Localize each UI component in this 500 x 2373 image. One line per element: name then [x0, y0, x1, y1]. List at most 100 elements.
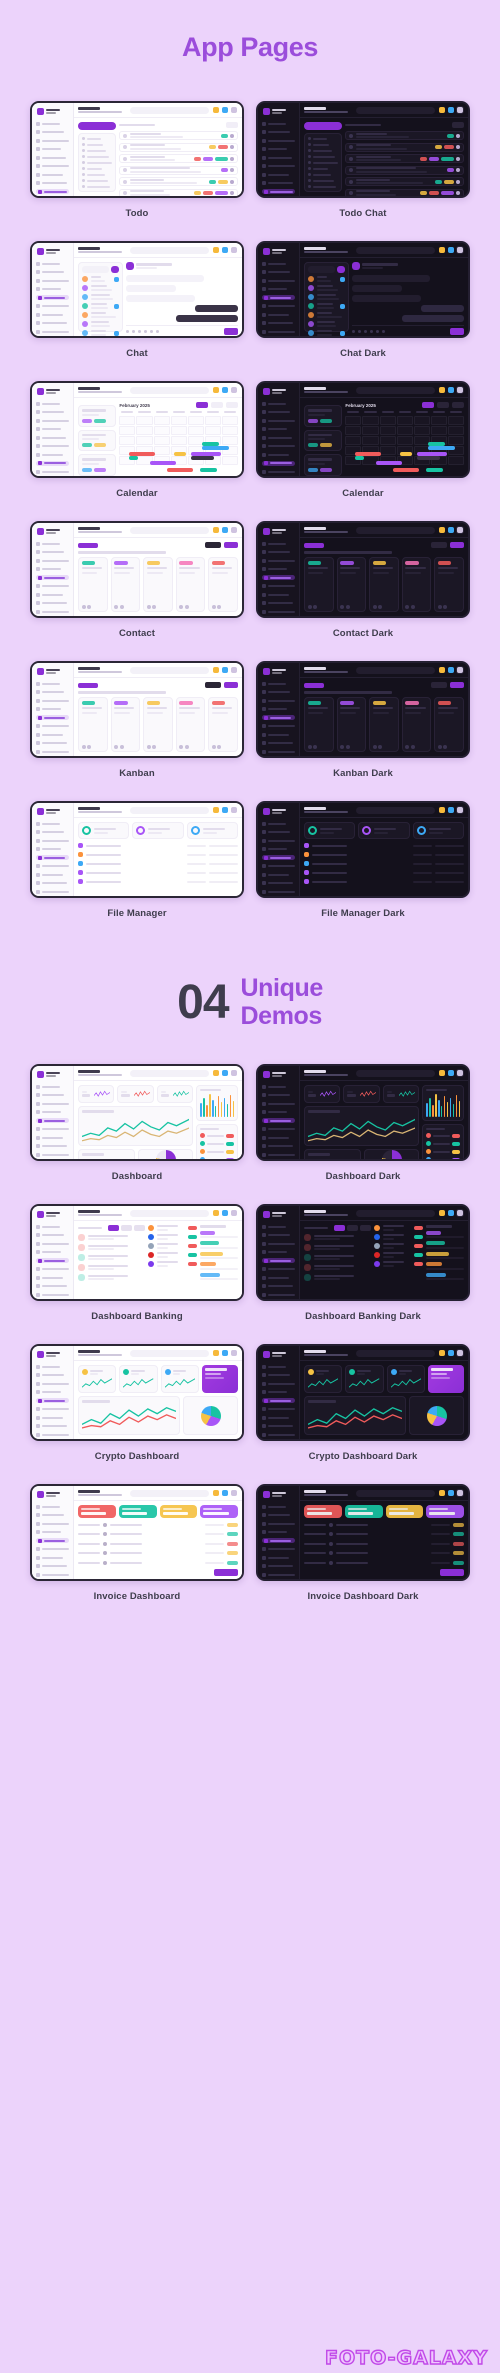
- mock-calendar-event[interactable]: [354, 452, 381, 456]
- preview-frame-chat-dark[interactable]: [256, 241, 470, 338]
- mock-sidebar-item[interactable]: [36, 558, 69, 563]
- mock-sidebar-item[interactable]: [36, 1398, 69, 1403]
- mock-sidebar-item[interactable]: [36, 1547, 69, 1552]
- mock-sidebar-item[interactable]: [36, 838, 69, 843]
- mock-sidebar-item[interactable]: [262, 312, 295, 317]
- message-icon[interactable]: [447, 247, 454, 253]
- mock-calendar-event[interactable]: [200, 468, 217, 472]
- mock-sidebar-item[interactable]: [262, 881, 295, 886]
- mock-list-item[interactable]: [345, 188, 464, 196]
- mock-list-item[interactable]: [345, 142, 464, 152]
- mock-sidebar-item[interactable]: [262, 724, 295, 729]
- mock-contact-card[interactable]: [401, 557, 432, 612]
- mock-sidebar-item[interactable]: [36, 690, 69, 695]
- mock-search-input[interactable]: [130, 106, 209, 114]
- mock-sidebar-item[interactable]: [262, 452, 295, 457]
- message-icon[interactable]: [447, 107, 454, 113]
- mock-sidebar-item[interactable]: [36, 418, 69, 423]
- mock-sidebar-item[interactable]: [262, 550, 295, 555]
- message-icon[interactable]: [447, 1070, 454, 1076]
- mock-sidebar-item[interactable]: [36, 401, 69, 406]
- mock-sidebar-item[interactable]: [262, 1084, 295, 1089]
- mock-sidebar-item[interactable]: [262, 592, 295, 597]
- message-icon[interactable]: [221, 1210, 228, 1216]
- mock-sidebar-item[interactable]: [36, 550, 69, 555]
- mock-sidebar-item[interactable]: [262, 732, 295, 737]
- preview-frame-calendar[interactable]: February 2025: [30, 381, 244, 478]
- mock-sidebar-item[interactable]: [262, 1530, 295, 1535]
- mock-sidebar-item[interactable]: [36, 321, 69, 326]
- mock-sidebar-item[interactable]: [262, 690, 295, 695]
- mock-search-input[interactable]: [356, 806, 435, 814]
- preview-frame-chat[interactable]: [30, 241, 244, 338]
- mock-sidebar-item[interactable]: [36, 707, 69, 712]
- mock-contact-card[interactable]: [369, 557, 399, 612]
- mock-sidebar-item[interactable]: [262, 541, 295, 546]
- bell-icon[interactable]: [213, 1070, 219, 1076]
- mock-sidebar-item[interactable]: [36, 410, 69, 415]
- mock-sidebar-item[interactable]: [36, 821, 69, 826]
- mock-sidebar-item[interactable]: [36, 1101, 69, 1106]
- avatar[interactable]: [456, 246, 464, 254]
- mock-sidebar-item[interactable]: [262, 1424, 295, 1429]
- mock-sidebar-item[interactable]: [36, 469, 69, 474]
- mock-sidebar-item[interactable]: [36, 1084, 69, 1089]
- mock-sidebar-item[interactable]: [36, 749, 69, 754]
- mock-conversation-list[interactable]: [304, 262, 349, 336]
- mock-sidebar-item[interactable]: [36, 1381, 69, 1386]
- mock-contact-card[interactable]: [175, 557, 206, 612]
- mock-sidebar-item[interactable]: [36, 1521, 69, 1526]
- preview-frame-dashboard-dark[interactable]: [256, 1064, 470, 1161]
- avatar[interactable]: [456, 1069, 464, 1077]
- mock-sidebar-item[interactable]: [36, 1564, 69, 1569]
- mock-sidebar-item[interactable]: [36, 1224, 69, 1229]
- preview-frame-crypto-dark[interactable]: [256, 1344, 470, 1441]
- mock-sidebar-item[interactable]: [36, 864, 69, 869]
- mock-sidebar-item[interactable]: [262, 295, 295, 300]
- mock-calendar-event[interactable]: [202, 442, 219, 446]
- mock-sidebar-item[interactable]: [36, 541, 69, 546]
- mock-search-input[interactable]: [356, 666, 435, 674]
- preview-frame-banking[interactable]: [30, 1204, 244, 1301]
- mock-sidebar-item[interactable]: [36, 1241, 69, 1246]
- avatar[interactable]: [230, 386, 238, 394]
- mock-sidebar-item[interactable]: [262, 707, 295, 712]
- mock-calendar-event[interactable]: [376, 461, 403, 465]
- mock-sidebar-item[interactable]: [36, 1555, 69, 1560]
- mock-contact-card[interactable]: [78, 557, 108, 612]
- mock-sidebar-item[interactable]: [262, 1135, 295, 1140]
- mock-calendar-event[interactable]: [416, 456, 441, 460]
- mock-list-item[interactable]: [119, 177, 238, 186]
- mock-sidebar-item[interactable]: [36, 261, 69, 266]
- mock-calendar-event[interactable]: [392, 468, 419, 472]
- mock-contact-card[interactable]: [401, 697, 432, 752]
- mock-sidebar-item[interactable]: [36, 1572, 69, 1577]
- mock-sidebar-item[interactable]: [36, 1118, 69, 1123]
- mock-search-input[interactable]: [130, 1069, 209, 1077]
- bell-icon[interactable]: [213, 247, 219, 253]
- mock-send-button[interactable]: [450, 328, 464, 335]
- mock-sidebar-item[interactable]: [262, 1521, 295, 1526]
- mock-search-input[interactable]: [130, 1489, 209, 1497]
- mock-sidebar-item[interactable]: [36, 741, 69, 746]
- mock-sidebar-item[interactable]: [262, 1241, 295, 1246]
- mock-sidebar-item[interactable]: [262, 278, 295, 283]
- mock-sidebar-item[interactable]: [36, 1275, 69, 1280]
- mock-sidebar-item[interactable]: [36, 1415, 69, 1420]
- mock-sidebar-item[interactable]: [262, 469, 295, 474]
- mock-sidebar-item[interactable]: [36, 681, 69, 686]
- mock-calendar-event[interactable]: [399, 452, 412, 456]
- mock-search-input[interactable]: [356, 246, 435, 254]
- message-icon[interactable]: [221, 667, 228, 673]
- mock-sidebar-item[interactable]: [262, 427, 295, 432]
- mock-sidebar-item[interactable]: [36, 1390, 69, 1395]
- mock-sidebar-item[interactable]: [262, 575, 295, 580]
- mock-sidebar-item[interactable]: [262, 261, 295, 266]
- mock-sidebar-item[interactable]: [36, 1135, 69, 1140]
- mock-sidebar-item[interactable]: [36, 121, 69, 126]
- mock-sidebar-item[interactable]: [262, 1101, 295, 1106]
- mock-sidebar-item[interactable]: [262, 584, 295, 589]
- mock-sidebar-item[interactable]: [36, 1538, 69, 1543]
- mock-add-task-button[interactable]: [304, 122, 343, 130]
- mock-contact-card[interactable]: [110, 557, 141, 612]
